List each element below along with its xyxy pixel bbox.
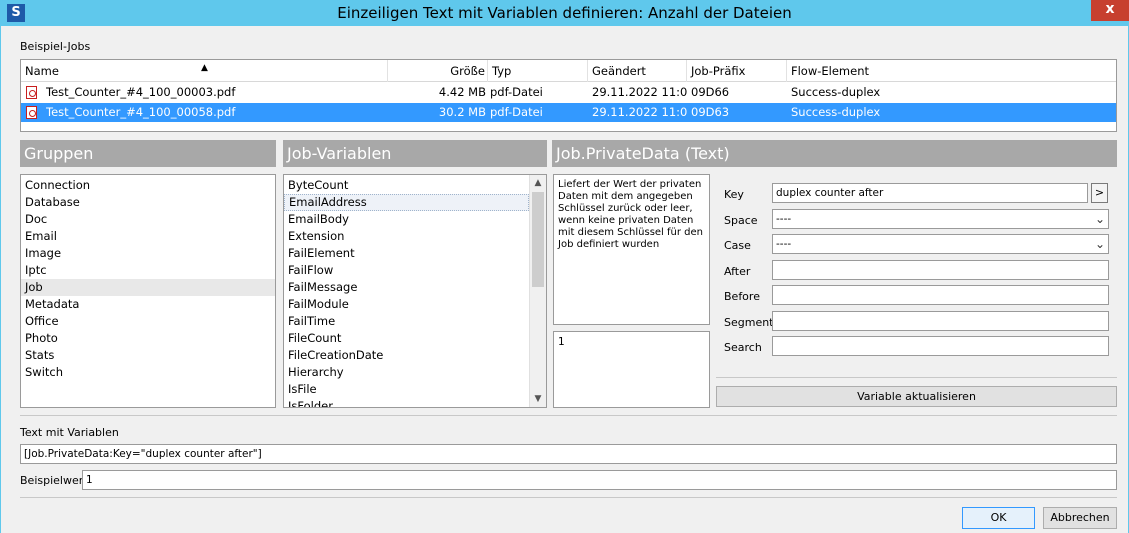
before-label: Before <box>724 290 760 303</box>
list-item[interactable]: Database <box>21 194 275 211</box>
search-input[interactable] <box>772 336 1109 356</box>
space-select[interactable]: ---- ⌄ <box>772 209 1109 229</box>
text-with-variables-input[interactable]: [Job.PrivateData:Key="duplex counter aft… <box>20 444 1117 464</box>
column-header-flow[interactable]: Flow-Element <box>787 60 1117 82</box>
before-input[interactable] <box>772 285 1109 305</box>
cell-flow: Success-duplex <box>791 85 881 99</box>
key-input[interactable]: duplex counter after <box>772 183 1088 203</box>
table-row-selected[interactable]: Test_Counter_#4_100_00058.pdf 30.2 MB pd… <box>21 103 1116 122</box>
list-item[interactable]: FileCount <box>284 330 529 347</box>
list-item[interactable]: IsFile <box>284 381 529 398</box>
case-label: Case <box>724 239 751 252</box>
case-select-value: ---- <box>776 238 792 250</box>
dropdown-arrow-icon: ⌄ <box>1094 212 1105 226</box>
sort-ascending-icon: ▲ <box>201 63 208 73</box>
list-item[interactable]: EmailBody <box>284 211 529 228</box>
list-item-selected[interactable]: EmailAddress <box>284 194 529 211</box>
window-title: Einzeiligen Text mit Variablen definiere… <box>337 4 792 22</box>
cell-changed: 29.11.2022 11:00 <box>592 105 687 119</box>
variables-list[interactable]: ByteCount EmailAddress EmailBody Extensi… <box>283 174 547 408</box>
column-header-changed[interactable]: Geändert <box>588 60 687 82</box>
list-item[interactable]: FailTime <box>284 313 529 330</box>
column-header-size[interactable]: Größe <box>388 60 488 82</box>
ok-button[interactable]: OK <box>962 507 1035 529</box>
jobs-table-header: Name ▲ Größe Typ Geändert Job-Präfix Flo… <box>21 60 1116 82</box>
list-item[interactable]: Email <box>21 228 275 245</box>
section-divider <box>20 415 1117 416</box>
variables-header: Job-Variablen <box>283 140 547 167</box>
column-header-type[interactable]: Typ <box>488 60 588 82</box>
column-header-prefix[interactable]: Job-Präfix <box>687 60 787 82</box>
list-item[interactable]: ByteCount <box>284 177 529 194</box>
list-item[interactable]: FileCreationDate <box>284 347 529 364</box>
form-divider <box>716 377 1117 378</box>
after-label: After <box>724 265 751 278</box>
segment-label: Segment <box>724 316 774 329</box>
groups-list[interactable]: Connection Database Doc Email Image Iptc… <box>20 174 276 408</box>
list-item[interactable]: Metadata <box>21 296 275 313</box>
cell-name: Test_Counter_#4_100_00003.pdf <box>46 85 236 99</box>
sample-value-input: 1 <box>82 470 1117 490</box>
list-item[interactable]: FailMessage <box>284 279 529 296</box>
scroll-up-icon[interactable]: ▲ <box>530 175 546 191</box>
close-icon[interactable]: x <box>1091 0 1129 21</box>
variable-description: Liefert der Wert der privaten Daten mit … <box>553 174 710 325</box>
key-picker-button[interactable]: > <box>1091 183 1108 203</box>
cell-flow: Success-duplex <box>791 105 881 119</box>
variables-scrollbar[interactable]: ▲ ▼ <box>529 175 546 407</box>
cell-prefix: 09D63 <box>691 105 730 119</box>
scrollbar-thumb[interactable] <box>532 192 544 287</box>
column-header-label: Name <box>25 64 59 78</box>
space-select-value: ---- <box>776 213 792 225</box>
after-input[interactable] <box>772 260 1109 280</box>
update-variable-button[interactable]: Variable aktualisieren <box>716 386 1117 407</box>
space-label: Space <box>724 214 758 227</box>
footer-divider <box>20 497 1117 498</box>
list-item[interactable]: Image <box>21 245 275 262</box>
list-item[interactable]: Extension <box>284 228 529 245</box>
list-item-selected[interactable]: Job <box>21 279 275 296</box>
cell-size: 4.42 MB <box>438 85 486 99</box>
search-label: Search <box>724 341 762 354</box>
list-item[interactable]: Photo <box>21 330 275 347</box>
table-row[interactable]: Test_Counter_#4_100_00003.pdf 4.42 MB pd… <box>21 83 1116 102</box>
list-item[interactable]: Stats <box>21 347 275 364</box>
groups-header: Gruppen <box>20 140 276 167</box>
sample-value-label: Beispielwert <box>20 474 88 487</box>
cell-type: pdf-Datei <box>490 85 543 99</box>
list-item[interactable]: FailFlow <box>284 262 529 279</box>
pdf-icon <box>26 86 37 99</box>
case-select[interactable]: ---- ⌄ <box>772 234 1109 254</box>
jobs-label: Beispiel-Jobs <box>20 40 91 53</box>
dropdown-arrow-icon: ⌄ <box>1094 237 1105 251</box>
key-label: Key <box>724 188 744 201</box>
variable-value: 1 <box>553 331 710 408</box>
text-with-variables-label: Text mit Variablen <box>20 426 119 439</box>
list-item[interactable]: Hierarchy <box>284 364 529 381</box>
segment-input[interactable] <box>772 311 1109 331</box>
cell-size: 30.2 MB <box>438 105 486 119</box>
jobs-table[interactable]: Name ▲ Größe Typ Geändert Job-Präfix Flo… <box>20 59 1117 132</box>
list-item[interactable]: Connection <box>21 177 275 194</box>
list-item[interactable]: IsFolder <box>284 398 529 407</box>
cell-name: Test_Counter_#4_100_00058.pdf <box>46 105 236 119</box>
cell-prefix: 09D66 <box>691 85 730 99</box>
scroll-down-icon[interactable]: ▼ <box>530 391 546 407</box>
cancel-button[interactable]: Abbrechen <box>1043 507 1117 529</box>
detail-header: Job.PrivateData (Text) <box>552 140 1117 167</box>
list-item[interactable]: FailElement <box>284 245 529 262</box>
list-item[interactable]: Doc <box>21 211 275 228</box>
pdf-icon <box>26 106 37 119</box>
list-item[interactable]: Switch <box>21 364 275 381</box>
list-item[interactable]: Office <box>21 313 275 330</box>
window-border-left <box>0 26 1 533</box>
list-item[interactable]: Iptc <box>21 262 275 279</box>
column-header-name[interactable]: Name ▲ <box>21 60 388 82</box>
cell-changed: 29.11.2022 11:01 <box>592 85 687 99</box>
cell-type: pdf-Datei <box>490 105 543 119</box>
list-item[interactable]: FailModule <box>284 296 529 313</box>
title-bar: S Einzeiligen Text mit Variablen definie… <box>0 0 1129 26</box>
